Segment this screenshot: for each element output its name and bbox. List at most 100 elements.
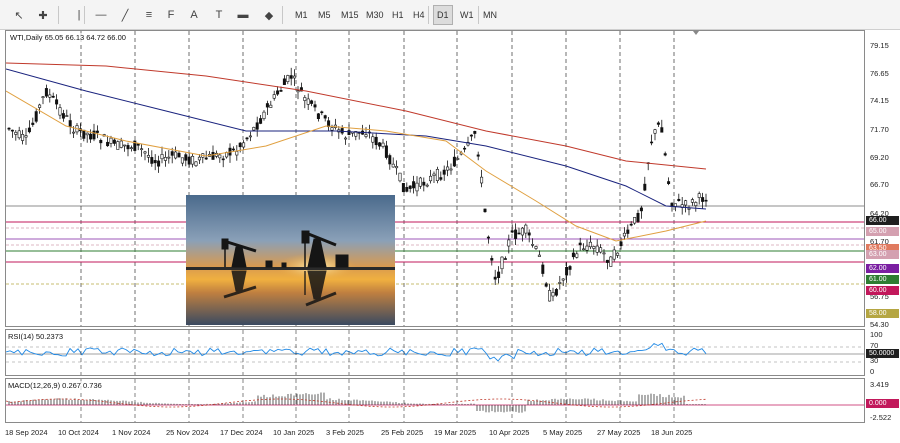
toolbar-separator [478,6,479,24]
rectangle-icon[interactable]: ▬ [234,5,252,25]
candle-body [24,135,28,138]
price-tick-label: 69.20 [870,153,889,162]
candle-body [364,134,368,137]
candle-body [323,115,327,119]
timeframe-m15[interactable]: M15 [338,5,362,25]
macd-level-label: 0.000 [866,399,899,408]
scroll-marker [693,31,699,35]
candle-body [17,130,21,139]
candle-body [415,182,419,192]
candle-body [248,135,252,138]
trendline-icon[interactable]: ╱ [116,5,134,25]
timeframe-mn[interactable]: MN [480,5,500,25]
candle-body [636,212,640,222]
candle-body [279,90,283,92]
candle-body [221,158,225,161]
candle-body [622,232,626,237]
timeframe-m1[interactable]: M1 [292,5,311,25]
horizontal-line-icon[interactable]: — [92,5,110,25]
text-label-icon[interactable]: T [210,5,228,25]
price-chart-canvas [6,31,864,326]
candle-body [510,230,514,233]
vertical-line-icon[interactable]: | [70,5,88,25]
candle-body [204,157,208,160]
candle-body [58,107,62,116]
rsi-tick-label: 100 [870,330,883,339]
candle-body [653,129,657,134]
candle-body [408,185,412,189]
candle-body [65,115,69,117]
candle-body [687,208,691,210]
candle-body [571,252,575,258]
timeframe-w1[interactable]: W1 [457,5,477,25]
candle-body [41,96,45,99]
rsi-panel[interactable]: RSI(14) 50.2373 [5,329,865,376]
candle-body [452,156,456,167]
candle-body [418,177,422,187]
candle-body [493,276,497,280]
candle-body [480,176,484,184]
candle-body [160,154,164,160]
date-tick-label: 10 Jan 2025 [273,428,315,437]
rsi-line [6,342,707,362]
text-icon[interactable]: A [185,5,203,25]
candle-body [541,264,545,274]
price-tick-label: 66.70 [870,180,889,189]
candle-body [388,155,392,165]
candle-body [170,151,174,156]
candle-body [68,120,72,127]
price-chart-panel[interactable]: WTI,Daily 65.05 66.13 64.72 66.00 [5,30,865,327]
timeframe-m5[interactable]: M5 [315,5,334,25]
candle-body [490,258,494,261]
candle-body [500,256,504,270]
candle-body [129,147,133,149]
candle-body [286,75,290,83]
candle-body [180,157,184,164]
candle-body [565,267,569,276]
candle-body [588,241,592,248]
candle-body [599,247,603,253]
macd-panel[interactable]: MACD(12,26,9) 0.267 0.736 [5,378,865,423]
rsi-title: RSI(14) 50.2373 [8,332,64,341]
fibonacci-icon[interactable]: F [162,5,180,25]
candle-body [313,104,317,108]
candle-body [592,246,596,249]
candle-body [405,187,409,192]
candle-body [95,130,99,133]
date-tick-label: 19 Mar 2025 [434,428,477,437]
candle-body [167,156,171,159]
candle-body [609,256,613,267]
timeframe-m30[interactable]: M30 [363,5,387,25]
candle-body [612,249,616,260]
channel-icon[interactable]: ≡ [140,5,158,25]
timeframe-h1[interactable]: H1 [389,5,407,25]
candle-body [218,154,222,159]
shapes-icon[interactable]: ◆ [260,5,278,25]
candle-body [143,151,147,154]
candle-body [690,199,694,203]
candle-body [439,177,443,180]
candle-body [34,111,38,122]
candle-body [231,148,235,151]
candle-body [330,127,334,131]
candle-body [85,132,89,136]
candle-body [51,95,55,98]
candle-body [561,278,565,281]
crosshair-icon[interactable]: ✚ [34,5,52,25]
candle-body [582,248,586,251]
candle-body [340,128,344,134]
candle-body [7,127,11,130]
candle-body [524,224,528,234]
candle-body [296,90,300,93]
cursor-icon[interactable]: ↖ [10,5,28,25]
candle-body [194,161,198,167]
candle-body [605,259,609,263]
timeframe-d1[interactable]: D1 [433,5,453,25]
candle-body [262,111,266,119]
candle-body [27,127,31,133]
date-tick-label: 3 Feb 2025 [326,428,364,437]
candle-body [446,166,450,171]
timeframe-h4[interactable]: H4 [410,5,428,25]
candle-body [425,184,429,187]
candle-body [197,156,201,161]
